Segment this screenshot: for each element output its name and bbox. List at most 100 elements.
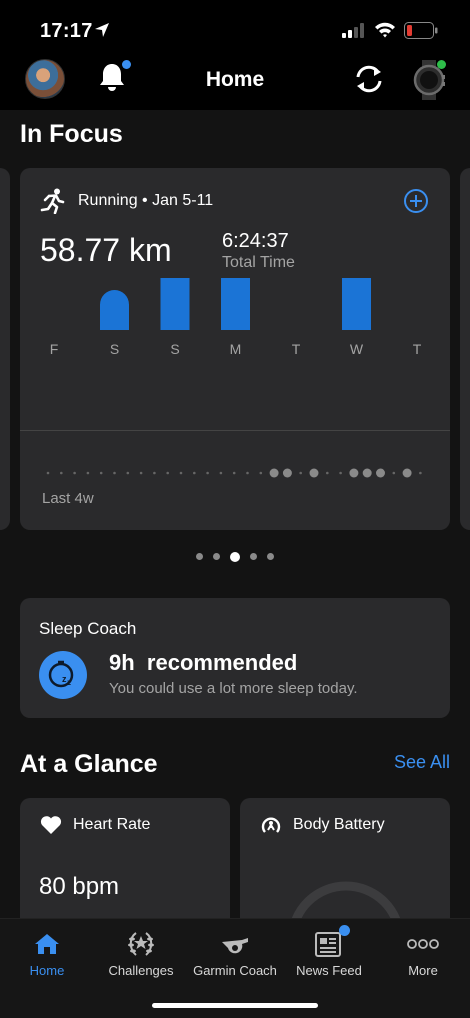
activity-dot: [139, 471, 143, 475]
prev-card-peek[interactable]: [0, 168, 10, 530]
tick-label-0: F: [50, 341, 59, 357]
activity-dot: [126, 471, 130, 475]
tab-home[interactable]: Home: [0, 927, 94, 978]
tick-label-4: T: [292, 341, 301, 357]
activity-dot: [232, 471, 236, 475]
bottom-tab-bar: Home Challenges Garmin Coach News Feed M…: [0, 918, 470, 1018]
pager-dot[interactable]: [250, 553, 257, 561]
bar-base-5: [342, 315, 371, 330]
tick-label-2: S: [170, 341, 179, 357]
tab-garmin-coach-label: Garmin Coach: [193, 963, 277, 978]
in-focus-heading: In Focus: [20, 120, 123, 148]
activity-dot: [246, 471, 249, 475]
tab-challenges[interactable]: Challenges: [94, 927, 188, 978]
device-connected-badge: [437, 60, 446, 69]
sleep-message: You could use a lot more sleep today.: [109, 680, 358, 697]
location-arrow-icon: [94, 22, 110, 43]
activity-dot: [113, 471, 116, 475]
activity-dot: [179, 471, 183, 475]
activity-dot: [376, 468, 385, 478]
card-divider: [20, 430, 450, 431]
activity-dot: [362, 468, 372, 478]
weekly-bar-chart: FSSMTWT: [50, 278, 422, 357]
heart-rate-label: Heart Rate: [73, 816, 151, 833]
status-time: 17:17: [40, 20, 93, 42]
main-content[interactable]: In Focus Running • Jan 5-11 58.77 km 6:2…: [0, 110, 470, 918]
total-time-value: 6:24:37: [222, 230, 289, 252]
activity-dot: [402, 468, 412, 478]
pager-dot[interactable]: [267, 553, 274, 561]
wifi-icon: [374, 21, 396, 43]
bar-base-3: [221, 315, 250, 330]
at-a-glance-heading: At a Glance: [20, 750, 158, 778]
activity-dot: [259, 471, 263, 475]
heart-rate-card[interactable]: Heart Rate 80 bpm: [20, 798, 230, 918]
card-pager[interactable]: [0, 548, 470, 562]
next-card-peek[interactable]: [460, 168, 470, 530]
battery-icon: [404, 22, 438, 44]
body-battery-label: Body Battery: [293, 816, 385, 833]
home-indicator: [152, 1003, 318, 1008]
tab-more-label: More: [408, 963, 438, 978]
tab-news-feed-label: News Feed: [296, 963, 362, 978]
activity-dot: [166, 471, 169, 475]
sleep-coach-card[interactable]: Sleep Coach z z 9h recommended You could…: [20, 598, 450, 718]
pager-dot[interactable]: [213, 553, 220, 561]
tab-home-label: Home: [29, 963, 65, 978]
activity-dot: [60, 471, 63, 475]
pager-dot[interactable]: [230, 551, 240, 562]
svg-text:z: z: [67, 678, 71, 687]
activity-dot: [73, 471, 76, 475]
activity-dot: [299, 471, 303, 475]
activity-dot: [219, 471, 223, 475]
activity-dot: [153, 471, 156, 475]
activity-dot: [419, 471, 422, 475]
tick-label-1: S: [110, 341, 119, 357]
sleep-coach-title: Sleep Coach: [39, 619, 137, 638]
sync-icon[interactable]: [352, 63, 386, 100]
distance-value: 58.77 km: [40, 232, 172, 268]
bar-base-1: [100, 315, 129, 330]
more-dots-icon: [376, 927, 470, 961]
sleep-recommendation: 9h recommended: [109, 650, 297, 676]
sleep-hours: 9h: [109, 650, 135, 675]
tick-label-6: T: [413, 341, 422, 357]
body-battery-gauge: [291, 881, 401, 918]
activity-dot: [282, 468, 292, 478]
activity-dot: [206, 471, 209, 475]
running-focus-card[interactable]: Running • Jan 5-11 58.77 km 6:24:37 Tota…: [20, 168, 450, 530]
heart-rate-value: 80 bpm: [39, 873, 120, 900]
whistle-icon: [188, 927, 282, 961]
add-circle-icon[interactable]: [403, 188, 429, 219]
tab-news-feed[interactable]: News Feed: [282, 927, 376, 978]
page-title: Home: [205, 68, 265, 91]
see-all-link[interactable]: See All: [394, 752, 450, 773]
activity-dot: [193, 471, 196, 475]
newspaper-icon: [282, 927, 376, 961]
status-bar: 17:17: [0, 0, 470, 60]
pager-dot[interactable]: [196, 553, 203, 561]
activity-dot: [99, 471, 103, 475]
activity-dot: [86, 471, 90, 475]
tab-garmin-coach[interactable]: Garmin Coach: [188, 927, 282, 978]
running-icon: [40, 188, 66, 219]
activity-dot: [349, 468, 359, 478]
activity-dot: [269, 468, 279, 478]
tab-more[interactable]: More: [376, 927, 470, 978]
heart-icon: [40, 815, 62, 840]
tick-label-3: M: [230, 341, 242, 357]
bar-base-2: [160, 315, 190, 330]
sleep-recommended-word: recommended: [146, 650, 298, 675]
activity-dot: [309, 468, 319, 478]
last-4-weeks-dots: [46, 468, 422, 478]
tab-challenges-label: Challenges: [108, 963, 174, 978]
activity-dot: [326, 471, 329, 475]
last-4w-label: Last 4w: [42, 490, 94, 507]
activity-label: Running • Jan 5-11: [78, 192, 214, 209]
news-feed-badge: [339, 925, 350, 936]
total-time-label: Total Time: [222, 254, 295, 271]
body-battery-icon: [260, 815, 282, 842]
body-battery-card[interactable]: Body Battery: [240, 798, 450, 918]
sleep-timer-icon: z z: [39, 651, 87, 699]
top-nav: Home: [0, 56, 470, 110]
